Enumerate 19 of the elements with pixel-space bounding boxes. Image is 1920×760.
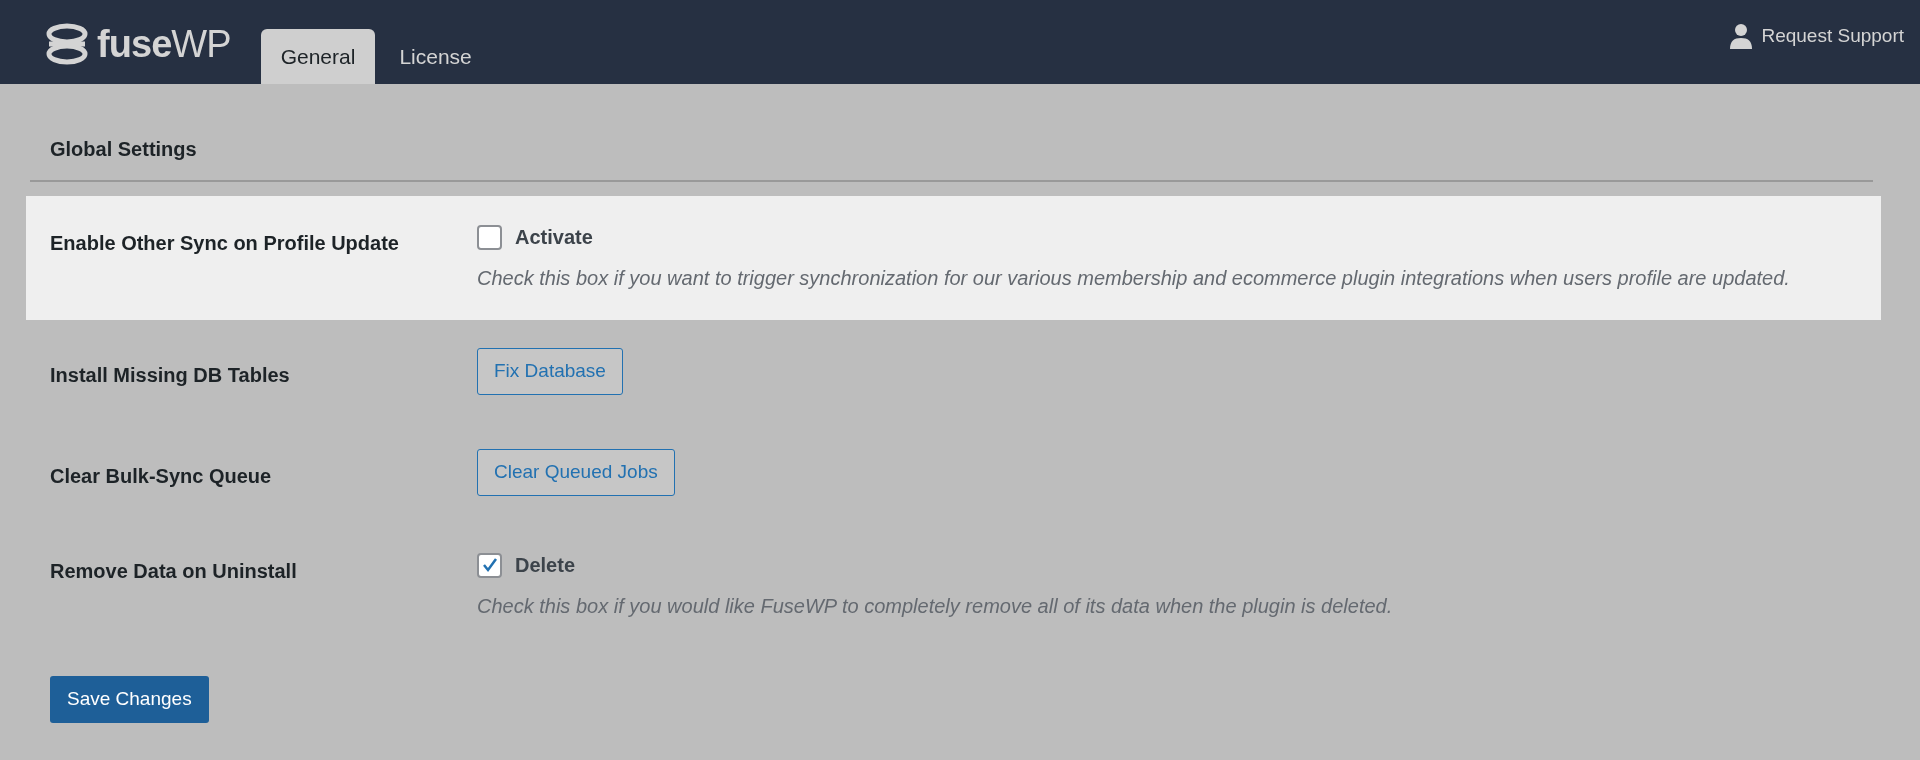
user-icon [1729, 23, 1754, 50]
setting-label: Enable Other Sync on Profile Update [50, 231, 400, 256]
check-icon [480, 556, 499, 574]
description-text: Check this box if you want to trigger synchronization for our various membership and ecommerce plugin integrations when users profile are updated. [477, 266, 1791, 291]
logo-icon [45, 22, 89, 66]
checkbox-label: Delete [515, 553, 576, 578]
request-support-link[interactable]: Request Support [1761, 22, 1904, 51]
section-title: Global Settings [30, 134, 1873, 182]
tab[interactable]: General [260, 29, 376, 84]
setting-label: Remove Data on Uninstall [50, 559, 298, 584]
description-text: Check this box if you would like FuseWP to completely remove all of its data when the plugin is deleted. [477, 594, 1394, 619]
checkbox[interactable] [477, 224, 502, 250]
tab[interactable]: License [379, 29, 492, 84]
setting-label: Install Missing DB Tables [50, 363, 291, 388]
setting-label: Clear Bulk-Sync Queue [50, 464, 273, 489]
logo-text: fuseWP [97, 25, 231, 63]
checkbox[interactable] [477, 552, 502, 578]
checkbox-label: Activate [515, 225, 593, 250]
save-button[interactable]: Save Changes [50, 676, 209, 723]
